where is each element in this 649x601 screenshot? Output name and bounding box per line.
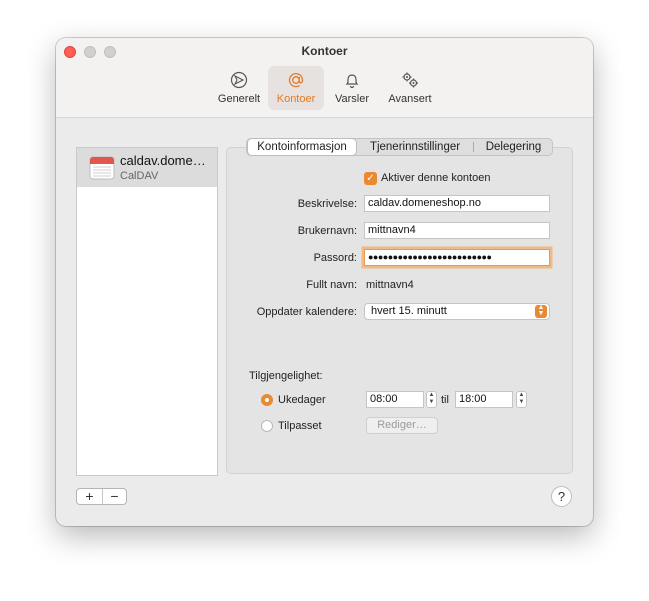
add-remove-group: + − [76, 488, 127, 505]
tab-accounts-label: Kontoer [276, 93, 316, 105]
at-sign-icon [288, 72, 304, 88]
tab-delegation[interactable]: Delegering [475, 139, 552, 155]
edit-button[interactable]: Rediger… [366, 417, 438, 434]
availability-label: Tilgjengelighet: [249, 370, 323, 382]
tab-general[interactable]: Generelt [213, 66, 265, 110]
end-time-stepper[interactable]: ▲ ▼ [516, 391, 527, 408]
bell-icon [345, 74, 359, 89]
custom-radio[interactable] [261, 420, 273, 432]
username-label: Brukernavn: [297, 225, 357, 237]
segment-divider [473, 142, 474, 152]
refresh-label: Oppdater kalendere: [256, 306, 357, 318]
end-time-field[interactable]: 18:00 [455, 391, 513, 408]
tab-alerts[interactable]: Varsler [328, 66, 376, 110]
help-button[interactable]: ? [551, 486, 572, 507]
window-title: Kontoer [301, 44, 348, 58]
description-label: Beskrivelse: [297, 198, 357, 210]
description-field[interactable]: caldav.domeneshop.no [364, 195, 550, 212]
chevron-updown-icon: ▲ ▼ [535, 304, 547, 318]
weekdays-label: Ukedager [278, 394, 326, 406]
refresh-popup[interactable]: hvert 15. minutt ▲ ▼ [364, 303, 550, 320]
enable-account-checkbox[interactable]: ✓ [364, 172, 377, 185]
enable-account-label: Aktiver denne kontoen [381, 172, 491, 184]
add-account-button[interactable]: + [77, 489, 103, 504]
weekdays-radio[interactable] [261, 394, 273, 406]
username-field[interactable]: mittnavn4 [364, 222, 550, 239]
tab-segmented-control: Kontoinformasjon Tjenerinnstillinger Del… [246, 138, 553, 156]
start-time-stepper[interactable]: ▲ ▼ [426, 391, 437, 408]
toolbar: Kontoer Generelt Kontoer Varsler Avanser… [56, 38, 593, 118]
tab-accounts[interactable]: Kontoer [268, 66, 324, 110]
tab-account-info[interactable]: Kontoinformasjon [248, 139, 356, 155]
fullname-value: mittnavn4 [366, 279, 414, 291]
preferences-window: Kontoer Generelt Kontoer Varsler Avanser… [56, 38, 593, 526]
password-field[interactable]: ●●●●●●●●●●●●●●●●●●●●●●●●● [364, 249, 550, 266]
refresh-popup-value: hvert 15. minutt [371, 305, 447, 317]
remove-account-button[interactable]: − [102, 489, 127, 504]
fullname-label: Fullt navn: [306, 279, 357, 291]
tab-server-settings[interactable]: Tjenerinnstillinger [358, 139, 472, 155]
password-label: Passord: [313, 252, 357, 264]
general-icon [230, 71, 248, 89]
tab-alerts-label: Varsler [334, 93, 370, 105]
account-list[interactable]: caldav.dome… CalDAV [76, 147, 218, 476]
to-label: til [441, 394, 449, 406]
start-time-field[interactable]: 08:00 [366, 391, 424, 408]
tab-advanced-label: Avansert [388, 93, 432, 105]
tab-general-label: Generelt [217, 93, 261, 105]
gears-icon [402, 72, 418, 88]
custom-label: Tilpasset [278, 420, 322, 432]
tab-advanced[interactable]: Avansert [383, 66, 437, 110]
account-name: caldav.dome… [120, 153, 206, 168]
account-row[interactable]: caldav.dome… CalDAV [77, 148, 217, 187]
calendar-icon [89, 156, 115, 180]
account-type: CalDAV [120, 170, 159, 182]
